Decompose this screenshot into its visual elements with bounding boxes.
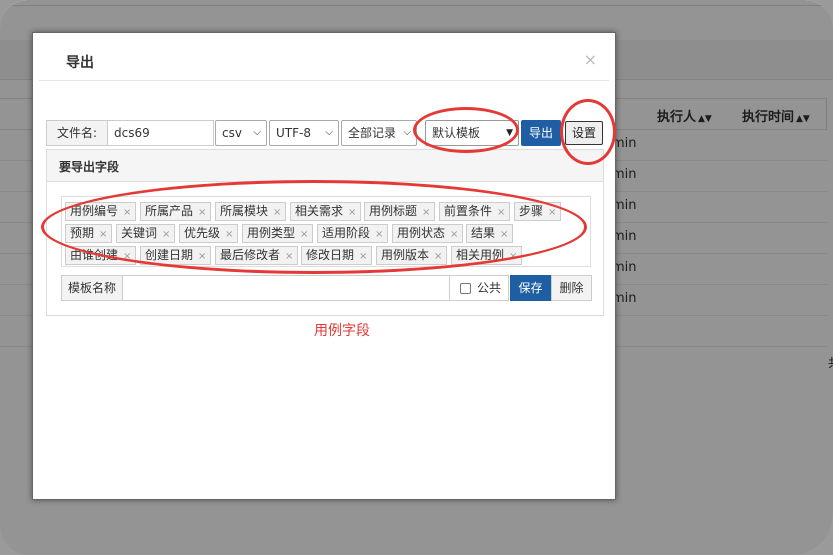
field-tag[interactable]: 最后修改者 × xyxy=(215,246,299,265)
remove-icon[interactable]: × xyxy=(123,207,131,218)
field-tag-label: 用例编号 xyxy=(70,204,119,218)
template-name-input[interactable] xyxy=(122,275,450,301)
field-tag-label: 预期 xyxy=(70,226,95,240)
close-icon[interactable]: × xyxy=(584,50,597,69)
setting-button[interactable]: 设置 xyxy=(565,121,603,145)
caret-down-icon: ▼ xyxy=(506,128,513,138)
field-tag-label: 步骤 xyxy=(519,204,544,218)
remove-icon[interactable]: × xyxy=(434,251,442,262)
field-tag-label: 所属产品 xyxy=(145,204,194,218)
dialog-header: 导出 × xyxy=(39,39,609,81)
remove-icon[interactable]: × xyxy=(548,207,556,218)
field-tag[interactable]: 修改日期 × xyxy=(301,246,373,265)
remove-icon[interactable]: × xyxy=(99,229,107,240)
field-tag[interactable]: 步骤 × xyxy=(514,202,562,221)
export-fields-panel: 要导出字段 用例编号 × 所属产品 × 所属模块 × 相关需求 × 用例标题 × 前置条件… xyxy=(46,149,604,316)
field-tag[interactable]: 预期 × xyxy=(65,224,113,243)
export-dialog: 导出 × 文件名: dcs69 csv ⌵ UTF-8 ⌵ 全部记录 ⌵ 默认模板 ▼ … xyxy=(32,32,616,500)
remove-icon[interactable]: × xyxy=(198,207,206,218)
export-button[interactable]: 导出 xyxy=(521,120,561,146)
remove-icon[interactable]: × xyxy=(375,229,383,240)
public-checkbox[interactable] xyxy=(460,283,471,294)
export-toolbar: 文件名: dcs69 csv ⌵ UTF-8 ⌵ 全部记录 ⌵ 默认模板 ▼ 导出 设置 xyxy=(39,120,611,146)
field-tag[interactable]: 关键词 × xyxy=(116,224,176,243)
filename-label: 文件名: xyxy=(46,120,108,146)
field-tag[interactable]: 用例版本 × xyxy=(376,246,448,265)
field-tag[interactable]: 用例类型 × xyxy=(242,224,314,243)
field-tag-label: 前置条件 xyxy=(444,204,493,218)
field-tag-label: 用例版本 xyxy=(381,248,430,262)
chevron-down-icon: ⌵ xyxy=(253,127,261,138)
field-tag[interactable]: 由谁创建 × xyxy=(65,246,137,265)
field-tag-label: 修改日期 xyxy=(306,248,355,262)
remove-icon[interactable]: × xyxy=(348,207,356,218)
remove-icon[interactable]: × xyxy=(497,207,505,218)
field-tag[interactable]: 相关用例 × xyxy=(451,246,523,265)
format-select[interactable]: csv ⌵ xyxy=(215,120,267,146)
public-checkbox-group[interactable]: 公共 xyxy=(449,275,509,301)
save-template-button[interactable]: 保存 xyxy=(510,275,551,301)
template-select-value: 默认模板 xyxy=(432,126,481,140)
field-tag[interactable]: 用例状态 × xyxy=(392,224,464,243)
field-tag-label: 适用阶段 xyxy=(322,226,371,240)
field-tag-label: 由谁创建 xyxy=(70,248,119,262)
remove-icon[interactable]: × xyxy=(422,207,430,218)
field-tag-label: 结果 xyxy=(471,226,496,240)
remove-icon[interactable]: × xyxy=(359,251,367,262)
field-tag[interactable]: 所属产品 × xyxy=(140,202,212,221)
filename-input[interactable]: dcs69 xyxy=(107,120,214,146)
field-tag-label: 用例状态 xyxy=(397,226,446,240)
field-tag-label: 用例标题 xyxy=(369,204,418,218)
panel-title: 要导出字段 xyxy=(59,160,120,174)
range-select-value: 全部记录 xyxy=(348,126,397,140)
field-tag[interactable]: 优先级 × xyxy=(179,224,239,243)
panel-header: 要导出字段 xyxy=(47,150,603,182)
field-tag[interactable]: 创建日期 × xyxy=(140,246,212,265)
remove-icon[interactable]: × xyxy=(509,251,517,262)
field-tag-label: 相关需求 xyxy=(295,204,344,218)
template-select[interactable]: 默认模板 ▼ xyxy=(425,120,519,146)
field-tag[interactable]: 用例编号 × xyxy=(65,202,137,221)
field-tag[interactable]: 所属模块 × xyxy=(215,202,287,221)
format-select-value: csv xyxy=(222,126,242,140)
field-tag[interactable]: 用例标题 × xyxy=(364,202,436,221)
template-name-label: 模板名称 xyxy=(61,275,123,301)
remove-icon[interactable]: × xyxy=(162,229,170,240)
field-tag[interactable]: 相关需求 × xyxy=(290,202,362,221)
remove-icon[interactable]: × xyxy=(123,251,131,262)
field-tag-label: 优先级 xyxy=(184,226,221,240)
chevron-down-icon: ⌵ xyxy=(325,127,333,138)
field-tags-container[interactable]: 用例编号 × 所属产品 × 所属模块 × 相关需求 × 用例标题 × 前置条件 × 步骤 × … xyxy=(61,196,591,267)
field-tag-label: 用例类型 xyxy=(247,226,296,240)
field-tag-label: 最后修改者 xyxy=(220,248,281,262)
export-dialog-body: 导出 × 文件名: dcs69 csv ⌵ UTF-8 ⌵ 全部记录 ⌵ 默认模板 ▼ … xyxy=(39,39,609,493)
encoding-select-value: UTF-8 xyxy=(276,126,311,140)
range-select[interactable]: 全部记录 ⌵ xyxy=(341,120,417,146)
field-tag[interactable]: 结果 × xyxy=(466,224,514,243)
remove-icon[interactable]: × xyxy=(285,251,293,262)
field-tag[interactable]: 前置条件 × xyxy=(439,202,511,221)
remove-icon[interactable]: × xyxy=(273,207,281,218)
field-tag-label: 创建日期 xyxy=(145,248,194,262)
field-tag-label: 所属模块 xyxy=(220,204,269,218)
public-checkbox-label: 公共 xyxy=(477,281,502,295)
remove-icon[interactable]: × xyxy=(300,229,308,240)
remove-icon[interactable]: × xyxy=(198,251,206,262)
template-row: 模板名称 公共 保存 删除 xyxy=(61,275,592,301)
delete-template-button[interactable]: 删除 xyxy=(551,275,592,301)
field-tag-label: 关键词 xyxy=(121,226,158,240)
annotation-label: 用例字段 xyxy=(314,323,370,339)
remove-icon[interactable]: × xyxy=(450,229,458,240)
field-tag-label: 相关用例 xyxy=(456,248,505,262)
field-tag[interactable]: 适用阶段 × xyxy=(317,224,389,243)
dialog-title: 导出 xyxy=(66,55,94,71)
remove-icon[interactable]: × xyxy=(225,229,233,240)
encoding-select[interactable]: UTF-8 ⌵ xyxy=(269,120,339,146)
chevron-down-icon: ⌵ xyxy=(403,127,411,138)
remove-icon[interactable]: × xyxy=(500,229,508,240)
